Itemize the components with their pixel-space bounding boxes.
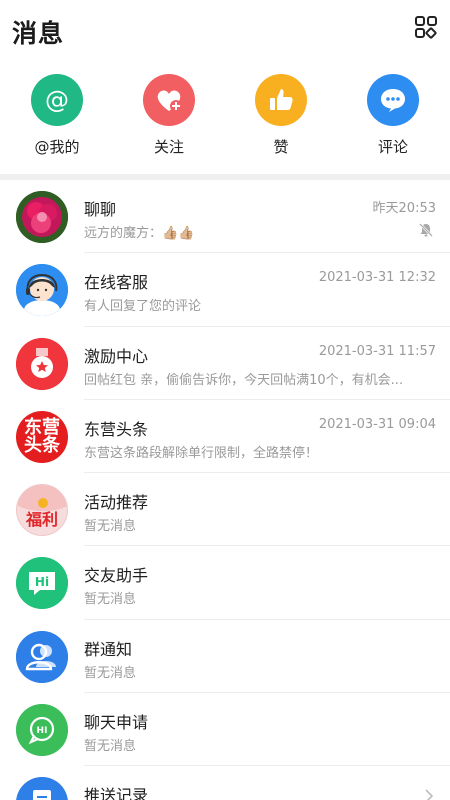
quick-label: 赞 xyxy=(273,138,289,156)
page-title: 消息 xyxy=(12,19,65,48)
message-name: 推送记录 xyxy=(84,786,149,800)
chevron-right-icon xyxy=(424,788,434,800)
bell-muted-icon xyxy=(418,222,434,238)
thumbs-up-icon xyxy=(255,74,307,126)
quick-label: 关注 xyxy=(153,138,184,156)
quick-comment[interactable]: 评论 xyxy=(348,74,438,157)
flower-photo-avatar xyxy=(16,191,68,243)
chat-bubble-icon xyxy=(367,74,419,126)
dongying-headline-logo: 东营 头条 xyxy=(16,410,68,463)
message-row-chat-request[interactable]: HI 聊天申请 暂无消息 xyxy=(0,693,450,767)
message-name: 聊天申请 xyxy=(84,713,149,733)
message-preview: 回帖红包 亲，偷偷告诉你，今天回帖满10个，有机会... xyxy=(84,372,404,388)
svg-text:@: @ xyxy=(45,86,69,114)
red-envelope-icon: 福利 xyxy=(16,484,68,537)
message-row-events[interactable]: 福利 活动推荐 暂无消息 xyxy=(0,473,450,547)
quick-at-mine[interactable]: @ @我的 xyxy=(12,74,102,157)
message-row-push-history[interactable]: 推送记录 xyxy=(0,766,450,800)
message-name: 群通知 xyxy=(84,639,133,659)
message-name: 东营头条 xyxy=(84,419,149,439)
message-row-group[interactable]: 群通知 暂无消息 xyxy=(0,620,450,694)
message-preview: 暂无消息 xyxy=(84,739,137,755)
message-name: 聊聊 xyxy=(84,200,117,219)
message-time: 2021-03-31 09:04 xyxy=(318,416,436,432)
quick-follow[interactable]: 关注 xyxy=(124,74,214,157)
message-time: 2021-03-31 11:57 xyxy=(318,343,436,359)
message-preview: 暂无消息 xyxy=(84,665,137,681)
message-preview: 东营这条路段解除单行限制，全路禁停！ xyxy=(84,445,319,461)
message-name: 激励中心 xyxy=(84,346,149,366)
message-row-incentive[interactable]: 激励中心 回帖红包 亲，偷偷告诉你，今天回帖满10个，有机会... 2021-0… xyxy=(0,327,450,400)
quick-label: @我的 xyxy=(34,138,80,156)
at-icon: @ xyxy=(31,74,83,126)
message-time: 昨天20:53 xyxy=(372,201,436,216)
message-preview: 暂无消息 xyxy=(84,592,137,608)
message-row-chat[interactable]: 聊聊 远方的魔方：👍🏼👍🏼 昨天20:53 xyxy=(0,180,450,254)
message-preview: 有人回复了您的评论 xyxy=(84,299,202,315)
quick-like[interactable]: 赞 xyxy=(236,74,326,157)
message-preview: 远方的魔方：👍🏼👍🏼 xyxy=(84,226,195,241)
quick-actions: @ @我的 关注 赞 评论 xyxy=(0,74,450,166)
heart-plus-icon xyxy=(143,74,195,126)
message-name: 交友助手 xyxy=(84,566,149,586)
message-row-support[interactable]: 在线客服 有人回复了您的评论 2021-03-31 12:32 xyxy=(0,253,450,327)
message-preview: 暂无消息 xyxy=(84,519,137,535)
document-icon xyxy=(16,777,68,800)
quick-label: 评论 xyxy=(377,138,408,156)
message-time: 2021-03-31 12:32 xyxy=(318,270,436,286)
message-list: 聊聊 远方的魔方：👍🏼👍🏼 昨天20:53 在线客服 有人回复了您的评论 202… xyxy=(0,180,450,800)
svg-text:HI: HI xyxy=(37,726,48,736)
grid-menu-icon[interactable] xyxy=(414,15,438,39)
medal-icon xyxy=(16,337,68,390)
header: 消息 xyxy=(0,0,450,62)
hi-bubble-icon: HI xyxy=(16,704,68,757)
message-row-friends[interactable]: Hi 交友助手 暂无消息 xyxy=(0,546,450,620)
svg-text:Hi: Hi xyxy=(35,575,49,589)
message-name: 活动推荐 xyxy=(84,493,149,513)
group-users-icon xyxy=(16,630,68,683)
hi-chat-icon: Hi xyxy=(16,557,68,610)
message-row-headline[interactable]: 东营 头条 东营头条 东营这条路段解除单行限制，全路禁停！ 2021-03-31… xyxy=(0,400,450,474)
support-agent-icon xyxy=(16,264,68,317)
message-name: 在线客服 xyxy=(84,273,149,293)
